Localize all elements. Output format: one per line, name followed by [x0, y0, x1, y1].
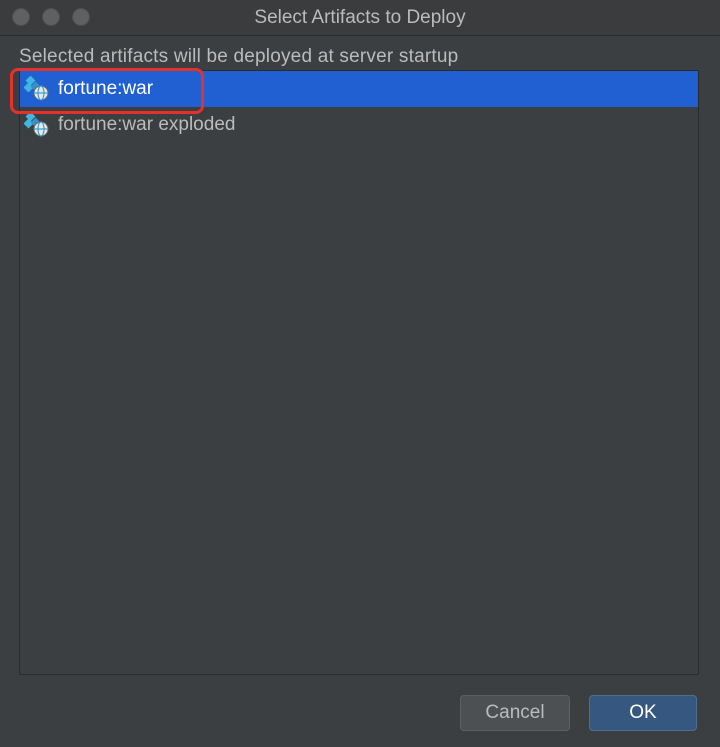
artifact-item-fortune-war[interactable]: fortune:war: [20, 71, 698, 107]
artifact-web-icon: [24, 112, 49, 137]
window-title: Select Artifacts to Deploy: [254, 7, 466, 28]
title-bar: Select Artifacts to Deploy: [0, 0, 720, 36]
artifact-web-icon: [24, 76, 49, 101]
ok-button[interactable]: OK: [589, 695, 697, 731]
artifact-label: fortune:war: [58, 78, 154, 99]
artifact-label: fortune:war exploded: [58, 114, 236, 135]
dialog-window: Select Artifacts to Deploy Selected arti…: [0, 0, 720, 747]
dialog-description: Selected artifacts will be deployed at s…: [19, 46, 459, 67]
artifact-item-fortune-war-exploded[interactable]: fortune:war exploded: [20, 107, 698, 143]
artifacts-list[interactable]: fortune:war fortune:war exploded: [19, 70, 699, 675]
cancel-button[interactable]: Cancel: [460, 695, 570, 731]
